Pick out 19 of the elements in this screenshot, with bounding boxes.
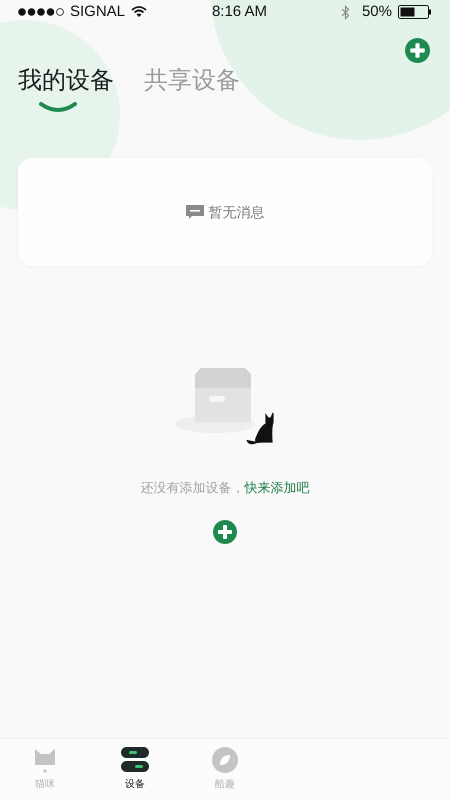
signal-icon <box>18 8 64 16</box>
wifi-icon <box>131 6 148 18</box>
battery-icon <box>398 5 432 19</box>
add-device-link[interactable]: 快来添加吧 <box>244 480 310 495</box>
empty-message-text: 暂无消息 <box>208 202 264 222</box>
leaf-icon <box>212 747 238 773</box>
device-icon <box>121 747 149 773</box>
nav-tab[interactable]: 设备 <box>90 747 180 792</box>
message-icon <box>186 205 204 219</box>
battery-text: 50% <box>362 2 392 22</box>
tab-underline <box>38 101 78 113</box>
carrier-text: SIGNAL <box>70 2 126 22</box>
empty-state-text: 还没有添加设备，快来添加吧 <box>140 479 310 497</box>
add-icon[interactable] <box>405 38 430 63</box>
bluetooth-icon <box>340 4 350 20</box>
cat-face-icon <box>33 747 57 773</box>
clock-text: 8:16 AM <box>210 2 268 22</box>
add-device-icon[interactable] <box>213 520 237 544</box>
tab[interactable]: 共享设备 <box>144 63 240 113</box>
